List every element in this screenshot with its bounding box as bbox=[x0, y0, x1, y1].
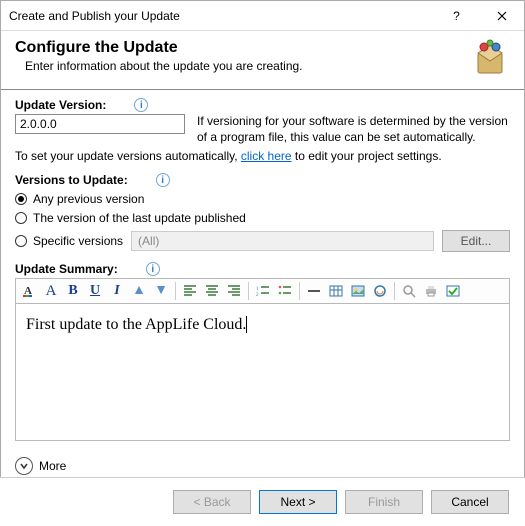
version-description: If versioning for your software is deter… bbox=[197, 114, 510, 145]
arrow-up-icon[interactable]: ▲ bbox=[129, 281, 149, 301]
editor-toolbar: A A B U I ▲ ▼ 12 bbox=[15, 278, 510, 303]
specific-versions-field: (All) bbox=[131, 231, 434, 251]
more-label: More bbox=[39, 459, 66, 473]
page-subtitle: Enter information about the update you a… bbox=[25, 59, 470, 73]
version-input[interactable] bbox=[15, 114, 185, 134]
radio-label: Specific versions bbox=[33, 234, 123, 248]
list-numbered-icon[interactable]: 12 bbox=[253, 281, 273, 301]
radio-icon bbox=[15, 193, 27, 205]
font-icon[interactable]: A bbox=[41, 281, 61, 301]
align-left-icon[interactable] bbox=[180, 281, 200, 301]
summary-editor[interactable]: First update to the AppLife Cloud. bbox=[15, 303, 510, 441]
bold-icon[interactable]: B bbox=[63, 281, 83, 301]
page-title: Configure the Update bbox=[15, 39, 470, 57]
svg-text:2: 2 bbox=[256, 293, 259, 298]
close-button[interactable] bbox=[479, 1, 524, 31]
check-icon[interactable] bbox=[443, 281, 463, 301]
edit-settings-link[interactable]: click here bbox=[241, 149, 292, 163]
list-bullet-icon[interactable] bbox=[275, 281, 295, 301]
align-center-icon[interactable] bbox=[202, 281, 222, 301]
radio-label: Any previous version bbox=[33, 192, 144, 206]
finish-button: Finish bbox=[345, 490, 423, 514]
image-icon[interactable] bbox=[348, 281, 368, 301]
help-button[interactable]: ? bbox=[434, 1, 479, 31]
next-button[interactable]: Next > bbox=[259, 490, 337, 514]
italic-icon[interactable]: I bbox=[107, 281, 127, 301]
radio-last-published[interactable]: The version of the last update published bbox=[15, 211, 510, 225]
print-icon[interactable] bbox=[421, 281, 441, 301]
align-right-icon[interactable] bbox=[224, 281, 244, 301]
auto-version-hint: To set your update versions automaticall… bbox=[15, 149, 510, 163]
arrow-down-icon[interactable]: ▼ bbox=[151, 281, 171, 301]
package-icon bbox=[470, 39, 510, 79]
radio-icon bbox=[15, 212, 27, 224]
version-label: Update Version: bbox=[15, 98, 106, 112]
summary-label: Update Summary: bbox=[15, 262, 118, 276]
targets-label: Versions to Update: bbox=[15, 173, 128, 187]
help-icon[interactable]: i bbox=[156, 173, 170, 187]
search-icon[interactable] bbox=[399, 281, 419, 301]
more-toggle[interactable] bbox=[15, 457, 33, 475]
help-icon[interactable]: i bbox=[134, 98, 148, 112]
svg-text:1: 1 bbox=[256, 287, 259, 292]
window-title: Create and Publish your Update bbox=[9, 9, 434, 23]
edit-versions-button[interactable]: Edit... bbox=[442, 230, 510, 252]
underline-icon[interactable]: U bbox=[85, 281, 105, 301]
radio-label: The version of the last update published bbox=[33, 211, 246, 225]
cancel-button[interactable]: Cancel bbox=[431, 490, 509, 514]
radio-specific[interactable]: Specific versions bbox=[15, 234, 123, 248]
back-button: < Back bbox=[173, 490, 251, 514]
font-color-icon[interactable]: A bbox=[19, 281, 39, 301]
hr-icon[interactable] bbox=[304, 281, 324, 301]
table-icon[interactable] bbox=[326, 281, 346, 301]
link-icon[interactable] bbox=[370, 281, 390, 301]
summary-text: First update to the AppLife Cloud. bbox=[26, 316, 247, 333]
help-icon[interactable]: i bbox=[146, 262, 160, 276]
radio-icon bbox=[15, 235, 27, 247]
radio-any-previous[interactable]: Any previous version bbox=[15, 192, 510, 206]
